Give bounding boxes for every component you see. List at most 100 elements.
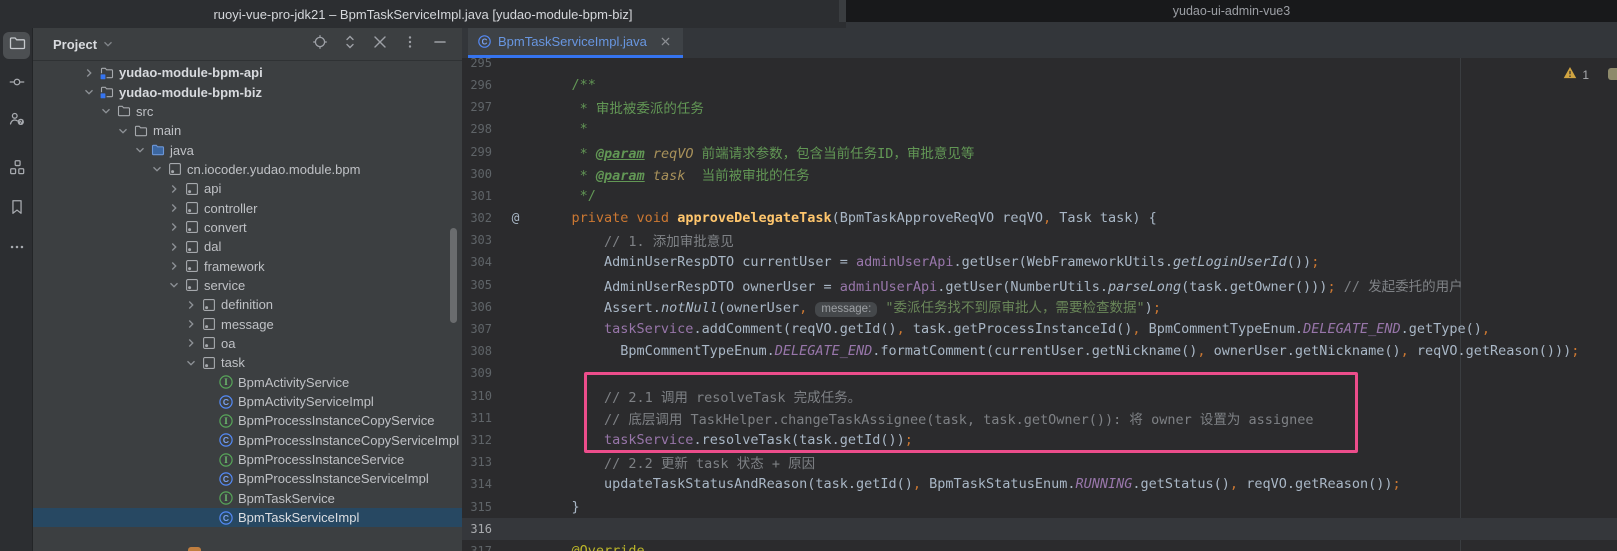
tree-item-src[interactable]: src (33, 102, 462, 121)
chevron-right-icon[interactable] (165, 258, 182, 274)
tree-item-bpmprocessinstancecopyservice[interactable]: IBpmProcessInstanceCopyService (33, 411, 462, 430)
tree-item-service[interactable]: service (33, 276, 462, 295)
hide-icon (432, 34, 448, 55)
chevron-down-icon[interactable] (182, 355, 199, 371)
tree-item-task[interactable]: task (33, 353, 462, 372)
tree-item-label: BpmProcessInstanceCopyServiceImpl (236, 433, 459, 448)
tree-item-bpmprocessinstancecopyserviceimpl[interactable]: CBpmProcessInstanceCopyServiceImpl (33, 431, 462, 450)
code-line-314[interactable]: 314 updateTaskStatusAndReason(task.getId… (462, 473, 1617, 495)
bookmarks-tool-button[interactable] (3, 196, 30, 223)
code-line-317[interactable]: 317 @Override (462, 540, 1617, 551)
tree-item-yudao-module-bpm-biz[interactable]: yudao-module-bpm-biz (33, 82, 462, 101)
tree-item-oa[interactable]: oa (33, 334, 462, 353)
code-text: * (539, 121, 588, 137)
partially-visible-tree-icon (188, 547, 201, 551)
line-number: 309 (462, 366, 492, 380)
code-line-295[interactable]: 295 (462, 58, 1617, 74)
expand-button[interactable] (341, 36, 358, 53)
chevron-spacer (199, 452, 216, 468)
tree-item-controller[interactable]: controller (33, 198, 462, 217)
code-line-300[interactable]: 300 * @param task 当前被审批的任务 (462, 163, 1617, 185)
locate-file-button[interactable] (311, 36, 328, 53)
chevron-right-icon[interactable] (80, 65, 97, 81)
tree-item-definition[interactable]: definition (33, 295, 462, 314)
tree-item-label: api (202, 181, 221, 196)
locate-icon (312, 34, 328, 55)
tree-item-label: BpmProcessInstanceCopyService (236, 413, 435, 428)
chevron-down-icon[interactable] (148, 161, 165, 177)
code-line-298[interactable]: 298 * (462, 118, 1617, 140)
tree-item-label: message (219, 317, 274, 332)
code-line-297[interactable]: 297 * 审批被委派的任务 (462, 96, 1617, 118)
chevron-right-icon[interactable] (165, 181, 182, 197)
code-line-301[interactable]: 301 */ (462, 185, 1617, 207)
code-line-303[interactable]: 303 // 1. 添加审批意见 (462, 229, 1617, 251)
close-icon[interactable] (659, 35, 673, 49)
tree-item-main[interactable]: main (33, 121, 462, 140)
tree-item-bpmprocessinstanceserviceimpl[interactable]: CBpmProcessInstanceServiceImpl (33, 469, 462, 488)
more-tools-button[interactable] (3, 236, 30, 263)
code-line-313[interactable]: 313 // 2.2 更新 task 状态 + 原因 (462, 451, 1617, 473)
code-line-302[interactable]: 302@ private void approveDelegateTask(Bp… (462, 207, 1617, 229)
tree-item-dal[interactable]: dal (33, 237, 462, 256)
chevron-down-icon[interactable] (131, 142, 148, 158)
tool-window-stripe: ? (0, 28, 33, 551)
project-tool-button[interactable] (3, 32, 30, 59)
chevron-right-icon[interactable] (182, 316, 199, 332)
tab-bpmtaskserviceimpl[interactable]: C BpmTaskServiceImpl.java (468, 28, 683, 58)
code-text: private void approveDelegateTask(BpmTask… (539, 210, 1157, 226)
tree-item-bpmactivityserviceimpl[interactable]: CBpmActivityServiceImpl (33, 392, 462, 411)
code-editor[interactable]: 295296 /**297 * 审批被委派的任务298 *299 * @para… (462, 58, 1617, 551)
inspection-widget[interactable]: 1 (1563, 66, 1589, 84)
tree-item-label: BpmProcessInstanceService (236, 452, 404, 467)
code-line-315[interactable]: 315 } (462, 495, 1617, 517)
code-text: Assert.notNull(ownerUser, message: "委派任务… (539, 296, 1161, 317)
chevron-right-icon[interactable] (165, 219, 182, 235)
structure-tool-button[interactable] (3, 156, 30, 183)
tree-item-bpmtaskserviceimpl[interactable]: CBpmTaskServiceImpl (33, 508, 462, 527)
chevron-right-icon[interactable] (182, 335, 199, 351)
hide-panel-button[interactable] (431, 36, 448, 53)
code-line-307[interactable]: 307 taskService.addComment(reqVO.getId()… (462, 318, 1617, 340)
chevron-down-icon[interactable] (114, 123, 131, 139)
chevron-right-icon[interactable] (165, 239, 182, 255)
code-text: // 1. 添加审批意见 (539, 230, 734, 250)
panel-options-button[interactable] (401, 36, 418, 53)
tree-item-convert[interactable]: convert (33, 218, 462, 237)
code-line-308[interactable]: 308 BpmCommentTypeEnum.DELEGATE_END.form… (462, 340, 1617, 362)
tree-item-cn.iocoder.yudao.module.bpm[interactable]: cn.iocoder.yudao.module.bpm (33, 160, 462, 179)
tree-item-label: framework (202, 259, 265, 274)
collapse-all-button[interactable] (371, 36, 388, 53)
tree-scrollbar[interactable] (450, 228, 457, 323)
chevron-down-icon[interactable] (97, 103, 114, 119)
chevron-spacer (199, 413, 216, 429)
tree-item-bpmactivityservice[interactable]: IBpmActivityService (33, 373, 462, 392)
line-number: 312 (462, 433, 492, 447)
tree-item-bpmtaskservice[interactable]: IBpmTaskService (33, 489, 462, 508)
commit-tool-button[interactable] (3, 71, 30, 98)
pull-requests-tool-button[interactable]: ? (3, 108, 30, 135)
code-line-299[interactable]: 299 * @param reqVO 前端请求参数，包含当前任务ID，审批意见等 (462, 140, 1617, 162)
tree-item-framework[interactable]: framework (33, 256, 462, 275)
tree-item-label: controller (202, 201, 257, 216)
tree-item-java[interactable]: java (33, 140, 462, 159)
tree-item-label: main (151, 123, 181, 138)
chevron-down-icon[interactable] (165, 277, 182, 293)
chevron-down-icon[interactable] (80, 84, 97, 100)
svg-text:I: I (224, 493, 228, 503)
tree-item-message[interactable]: message (33, 314, 462, 333)
code-line-316[interactable]: 316 (462, 518, 1617, 540)
code-line-296[interactable]: 296 /** (462, 74, 1617, 96)
package-icon (182, 181, 202, 197)
tree-item-bpmprocessinstanceservice[interactable]: IBpmProcessInstanceService (33, 450, 462, 469)
annotation-gutter-icon[interactable]: @ (492, 211, 539, 226)
code-line-306[interactable]: 306 Assert.notNull(ownerUser, message: "… (462, 296, 1617, 318)
project-panel-title[interactable]: Project (53, 37, 97, 52)
chevron-right-icon[interactable] (182, 297, 199, 313)
code-line-305[interactable]: 305 AdminUserRespDTO ownerUser = adminUs… (462, 274, 1617, 296)
class-icon: C (216, 432, 236, 448)
chevron-right-icon[interactable] (165, 200, 182, 216)
code-line-304[interactable]: 304 AdminUserRespDTO currentUser = admin… (462, 251, 1617, 273)
tree-item-yudao-module-bpm-api[interactable]: yudao-module-bpm-api (33, 63, 462, 82)
tree-item-api[interactable]: api (33, 179, 462, 198)
